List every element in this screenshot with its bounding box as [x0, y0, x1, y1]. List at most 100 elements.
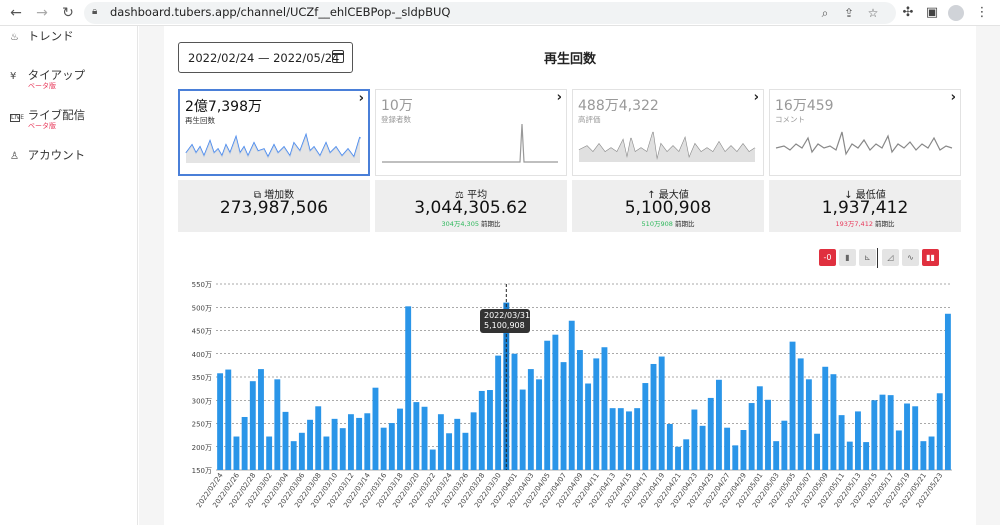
beta-badge: ベータ版 [28, 122, 56, 130]
chart-bar [601, 347, 608, 470]
toggle-zero-button[interactable]: -0 [819, 249, 836, 266]
chart-bar [225, 369, 232, 470]
chart-bar [446, 433, 453, 470]
chart-bar [560, 362, 567, 470]
chart-bar [732, 445, 739, 470]
chart-bar [895, 430, 902, 470]
chart-bar [846, 441, 853, 470]
lock-icon: 🔒︎ [92, 6, 98, 17]
reload-icon[interactable]: ↻ [58, 3, 78, 23]
stat-value: 3,044,305.62 [414, 198, 528, 218]
chart-bar [470, 412, 477, 470]
views-bar-chart[interactable]: 150万 200万 250万 300万 350万 400万 450万 500万 550万 2022… [176, 276, 956, 525]
chevron-right-icon[interactable]: › [754, 90, 759, 105]
chart-bar [920, 441, 927, 470]
chart-bar [748, 403, 755, 470]
chart-bar [356, 417, 363, 470]
share-icon[interactable]: ⇪ [840, 4, 858, 22]
sidepanel-icon[interactable]: ▣ [922, 3, 942, 23]
metric-card-subscribers[interactable]: 10万 登録者数 › [375, 89, 567, 176]
chart-bar [830, 374, 837, 470]
chart-bar [707, 397, 714, 470]
extensions-icon[interactable]: ✣ [898, 3, 918, 23]
chart-bar [715, 379, 722, 470]
y-tick-label: 300万 [192, 397, 212, 405]
line-chart-button[interactable]: ∿ [902, 249, 919, 266]
chart-bar [658, 356, 665, 470]
menu-kebab-icon[interactable]: ⋮ [972, 3, 992, 23]
chart-bar [928, 436, 935, 470]
chart-bar [936, 393, 943, 470]
back-arrow-icon[interactable]: ← [6, 3, 26, 23]
axis-button[interactable]: ⊾ [859, 249, 876, 266]
bar-growth-button[interactable]: ▮ [839, 249, 856, 266]
chart-bar [462, 432, 469, 470]
area-chart-button[interactable]: ◿ [882, 249, 899, 266]
tooltip-value: 5,100,908 [484, 321, 525, 330]
sparkline-views [185, 132, 361, 163]
chart-bar [642, 383, 649, 470]
card-value: 16万459 [775, 98, 834, 114]
chart-bar [650, 363, 657, 470]
sparkline-subscribers [382, 123, 558, 163]
date-range-picker[interactable]: 2022/02/24 — 2022/05/24 [178, 42, 353, 73]
chevron-right-icon[interactable]: › [359, 91, 364, 106]
diff-value: 304万4,305 [441, 220, 479, 228]
chevron-right-icon[interactable]: › [557, 90, 562, 105]
metric-card-comments[interactable]: 16万459 コメント › [769, 89, 961, 176]
beta-badge: ベータ版 [28, 82, 56, 90]
chart-bar [593, 358, 600, 470]
sidebar-item-account[interactable]: ♙ アカウント [10, 147, 85, 163]
toolbar-divider [877, 248, 878, 268]
chart-bar [487, 390, 493, 470]
chart-bar [495, 355, 502, 470]
metric-card-views[interactable]: 2億7,398万 再生回数 › [178, 89, 370, 176]
diff-label: 前期比 [481, 220, 501, 228]
sidebar-item-trend[interactable]: ♨ トレンド [10, 28, 74, 44]
chart-bar [814, 433, 821, 470]
chart-bar [282, 411, 289, 470]
chart-bar [527, 369, 534, 470]
address-bar[interactable]: 🔒︎ dashboard.tubers.app/channel/UCZf__eh… [84, 2, 896, 24]
card-value: 2億7,398万 [185, 99, 262, 115]
chevron-right-icon[interactable]: › [951, 90, 956, 105]
chart-bar [339, 428, 346, 470]
card-value: 488万4,322 [578, 98, 659, 114]
chart-bar [274, 379, 281, 470]
chart-bar [879, 394, 886, 470]
bar-chart-button[interactable]: ▮▮ [922, 249, 939, 266]
chart-bar [249, 381, 256, 470]
chart-bar [413, 402, 420, 470]
chart-bar [855, 411, 861, 470]
browser-toolbar: ← → ↻ 🔒︎ dashboard.tubers.app/channel/UC… [0, 0, 1000, 26]
bookmark-star-icon[interactable]: ☆ [864, 4, 882, 22]
chart-bar [773, 441, 780, 470]
diff-label: 前期比 [875, 220, 895, 228]
diff-label: 前期比 [674, 220, 695, 228]
profile-avatar[interactable] [948, 5, 964, 21]
chart-bar [258, 369, 264, 470]
yen-icon: ¥ [10, 71, 17, 82]
chart-bar [789, 341, 796, 470]
sidebar-item-label: トレンド [27, 29, 74, 43]
stat-increase: ⧉ 増加数 273,987,506 [178, 180, 370, 232]
sidebar-item-label: ライブ配信 [27, 108, 86, 122]
diff-value: 510万908 [641, 220, 673, 228]
zoom-icon[interactable]: ⌕ [816, 4, 834, 22]
metric-card-likes[interactable]: 488万4,322 高評価 › [572, 89, 764, 176]
chart-bar [626, 411, 632, 470]
chart-bar [290, 441, 297, 470]
chart-bar [797, 358, 804, 470]
stat-value: 1,937,412 [821, 198, 909, 218]
chart-bar [478, 390, 485, 470]
calendar-icon [332, 50, 344, 63]
chart-tooltip: 2022/03/31 5,100,908 [480, 309, 530, 333]
chart-bar [838, 415, 845, 470]
chart-bar [675, 446, 681, 470]
stat-diff: 193万7,412 前期比 [769, 218, 961, 228]
chart-bar [388, 423, 395, 470]
chart-bar [454, 418, 461, 470]
chart-bar [781, 420, 788, 470]
chart-bar [666, 423, 673, 470]
forward-arrow-icon[interactable]: → [32, 3, 52, 23]
